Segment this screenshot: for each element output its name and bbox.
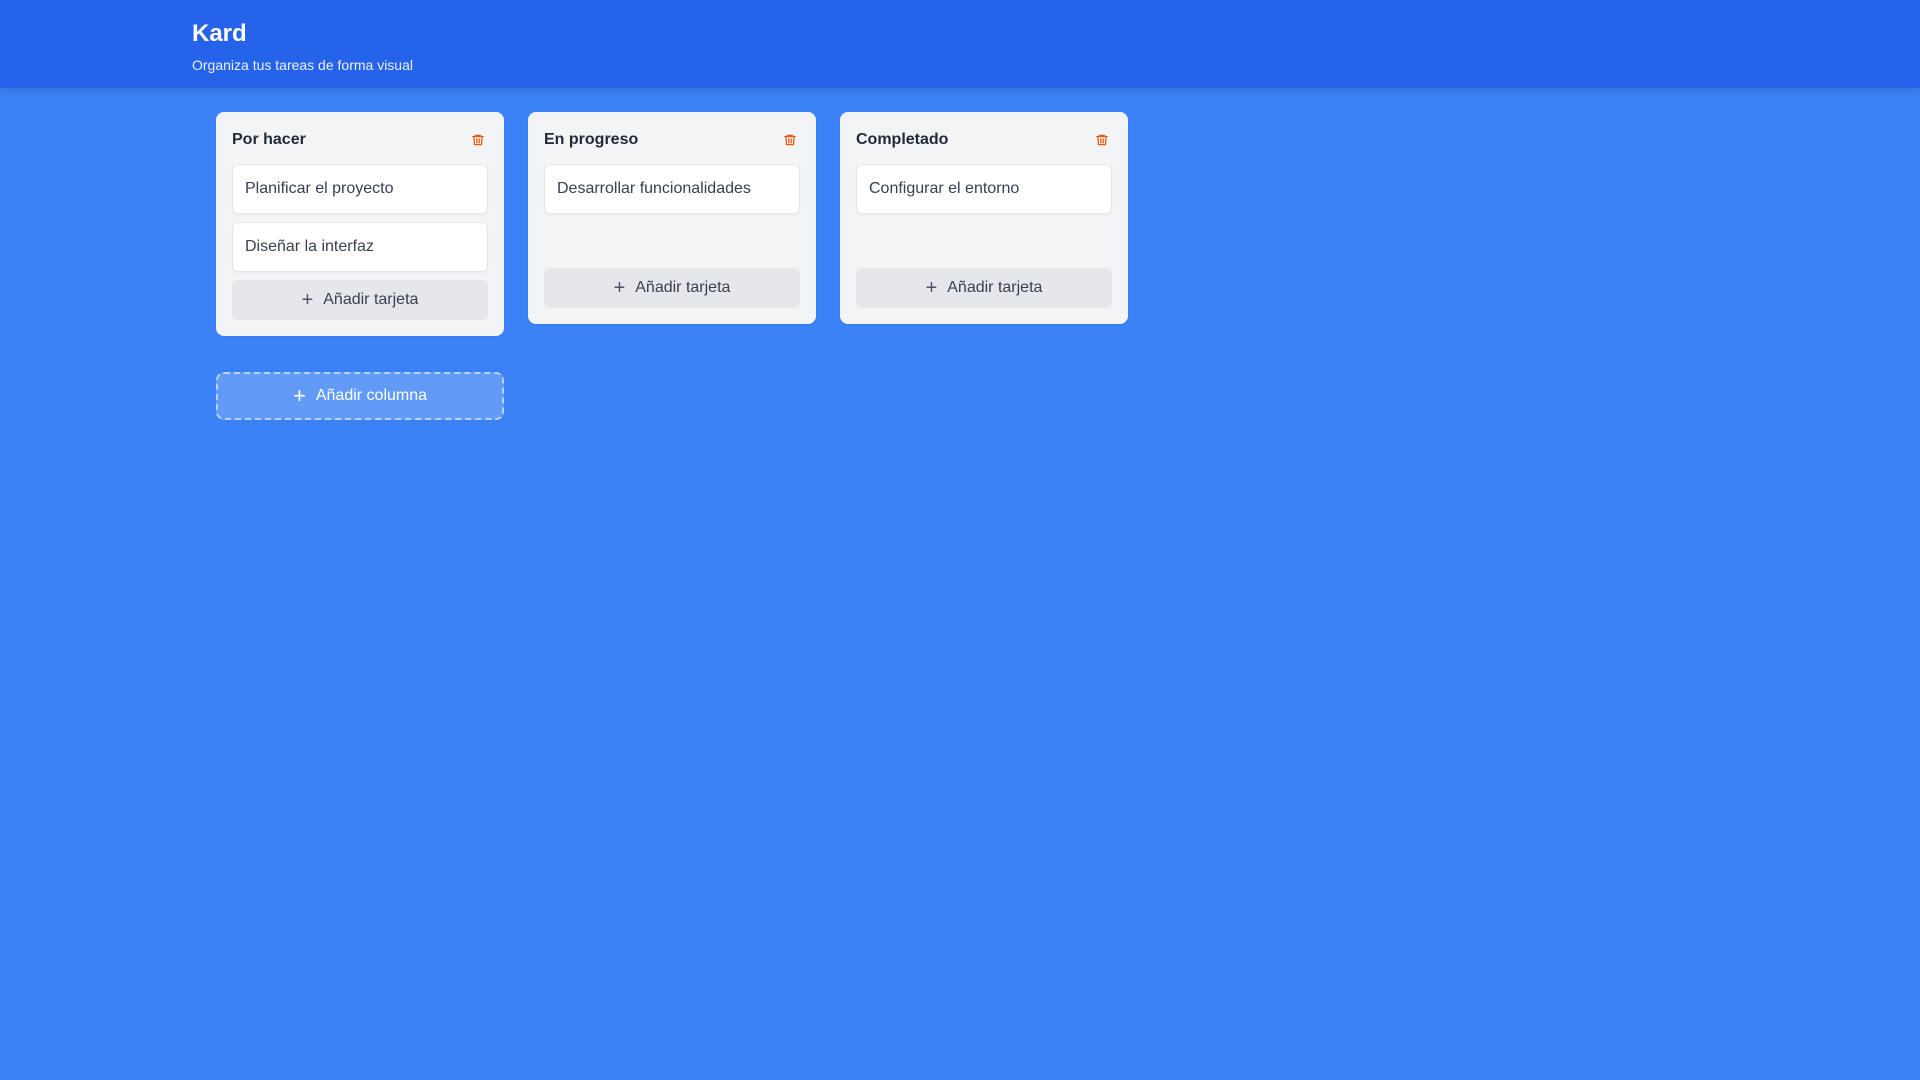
card[interactable]: Diseñar la interfaz — [232, 222, 488, 272]
plus-icon: + — [925, 277, 938, 299]
add-card-label: Añadir tarjeta — [323, 291, 419, 308]
column-header: Completado — [856, 128, 1112, 152]
column-header: Por hacer — [232, 128, 488, 152]
plus-icon: + — [301, 289, 314, 311]
column-title: En progreso — [544, 131, 639, 148]
column-por-hacer: Por hacer Planificar el proyecto Diseñar… — [216, 112, 504, 336]
add-column-label: Añadir columna — [315, 387, 428, 404]
delete-column-button[interactable] — [1092, 130, 1112, 150]
add-card-button[interactable]: + Añadir tarjeta — [544, 268, 800, 308]
add-card-button[interactable]: + Añadir tarjeta — [232, 280, 488, 320]
card[interactable]: Desarrollar funcionalidades — [544, 164, 800, 214]
app-subtitle: Organiza tus tareas de forma visual — [192, 57, 413, 73]
add-column-button[interactable]: + Añadir columna — [216, 372, 504, 420]
column-title: Por hacer — [232, 131, 306, 148]
card-list: Desarrollar funcionalidades — [544, 164, 800, 260]
delete-column-button[interactable] — [780, 130, 800, 150]
column-header: En progreso — [544, 128, 800, 152]
card-list: Configurar el entorno — [856, 164, 1112, 260]
add-card-label: Añadir tarjeta — [947, 279, 1043, 296]
delete-column-button[interactable] — [468, 130, 488, 150]
app-title: Kard — [192, 20, 247, 47]
board: Por hacer Planificar el proyecto Diseñar… — [216, 112, 1128, 336]
header-content: Kard Organiza tus tareas de forma visual — [192, 20, 413, 74]
trash-icon — [1096, 134, 1108, 146]
plus-icon: + — [613, 277, 626, 299]
trash-icon — [784, 134, 796, 146]
column-completado: Completado Configurar el entorno + Añadi… — [840, 112, 1128, 324]
card[interactable]: Configurar el entorno — [856, 164, 1112, 214]
card[interactable]: Planificar el proyecto — [232, 164, 488, 214]
app-header: Kard Organiza tus tareas de forma visual — [0, 0, 1920, 88]
add-card-button[interactable]: + Añadir tarjeta — [856, 268, 1112, 308]
trash-icon — [472, 134, 484, 146]
column-title: Completado — [856, 131, 949, 148]
column-en-progreso: En progreso Desarrollar funcionalidades … — [528, 112, 816, 324]
add-card-label: Añadir tarjeta — [635, 279, 731, 296]
plus-icon: + — [292, 383, 306, 408]
card-list: Planificar el proyecto Diseñar la interf… — [232, 164, 488, 272]
